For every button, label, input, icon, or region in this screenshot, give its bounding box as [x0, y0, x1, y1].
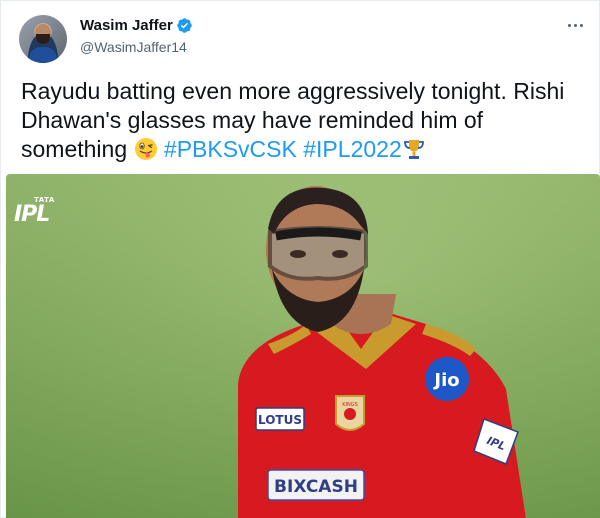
author-name[interactable]: Wasim Jaffer: [80, 17, 173, 34]
tweet-media-image[interactable]: KINGS Jio LOTUS IPL BIXCASH TATA IPL: [6, 174, 600, 518]
ipl-watermark-text: IPL: [14, 202, 50, 227]
winking-face-tongue-icon: [134, 138, 157, 160]
avatar-beard: [36, 34, 50, 44]
tweet-text-line2: Dhawan's glasses may have reminded him o…: [21, 107, 484, 133]
tweet-text-line1: Rayudu batting even more aggressively to…: [21, 78, 565, 104]
lotus-patch: LOTUS: [258, 413, 302, 427]
dot: [573, 23, 577, 27]
player-illustration: KINGS Jio LOTUS IPL BIXCASH: [6, 174, 600, 518]
more-options-icon[interactable]: [563, 13, 587, 37]
tweet-text-line3: something: [21, 136, 128, 162]
trophy-icon: [403, 140, 424, 159]
hashtag-ipl2022[interactable]: #IPL2022: [303, 136, 401, 162]
jio-logo: Jio: [432, 370, 459, 391]
bixcash-logo: BIXCASH: [274, 477, 358, 497]
tweet-card[interactable]: Wasim Jaffer @WasimJaffer14 Rayudu batti…: [0, 0, 600, 518]
dot: [579, 23, 583, 27]
author-handle[interactable]: @WasimJaffer14: [80, 39, 187, 55]
hashtag-pbksvcsk[interactable]: #PBKSvCSK: [164, 136, 297, 162]
team-crest-text: KINGS: [342, 402, 358, 408]
verified-badge-icon: [177, 18, 192, 33]
tweet-text: Rayudu batting even more aggressively to…: [21, 77, 581, 164]
avatar[interactable]: [19, 15, 67, 63]
dot: [567, 23, 571, 27]
avatar-shirt: [29, 47, 57, 63]
